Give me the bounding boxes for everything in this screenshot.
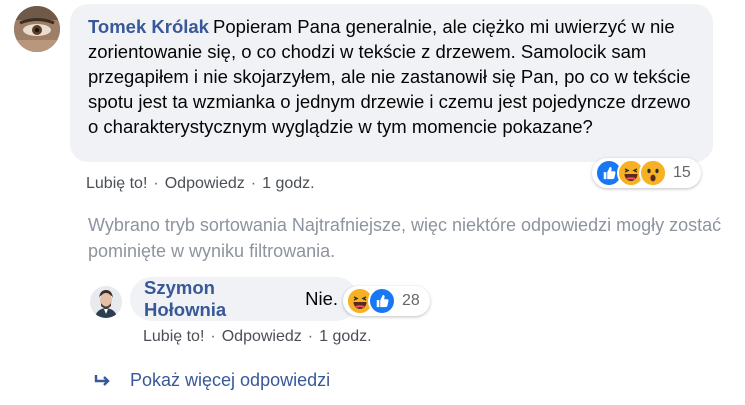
reply-text: Nie. xyxy=(305,288,338,309)
separator: · xyxy=(250,175,257,192)
filter-notice: Wybrano tryb sortowania Najtrafniejsze, … xyxy=(88,215,722,261)
reply-author[interactable]: Szymon Hołownia xyxy=(144,277,301,321)
timestamp-link[interactable]: 1 godz. xyxy=(262,175,314,192)
like-link[interactable]: Lubię to! xyxy=(143,328,204,345)
show-more-label: Pokaż więcej odpowiedzi xyxy=(130,370,331,390)
like-link[interactable]: Lubię to! xyxy=(86,175,147,192)
comment-actions: Lubię to! · Odpowiedz · 1 godz. xyxy=(86,175,315,193)
avatar-tomek[interactable] xyxy=(14,6,60,52)
wow-icon xyxy=(639,159,667,187)
timestamp-link[interactable]: 1 godz. xyxy=(319,328,371,345)
comment-bubble: Tomek Królak Popieram Pana generalnie, al… xyxy=(70,4,713,162)
reply-reactions[interactable]: 28 xyxy=(343,286,430,316)
reply-bubble: Szymon Hołownia Nie. xyxy=(130,277,358,321)
avatar-szymon[interactable] xyxy=(90,286,122,318)
reply-arrow-icon xyxy=(94,374,110,386)
reply-link[interactable]: Odpowiedz xyxy=(222,328,302,345)
reply-link[interactable]: Odpowiedz xyxy=(165,175,245,192)
separator: · xyxy=(307,328,314,345)
comment-reactions[interactable]: 15 xyxy=(592,158,701,188)
reaction-count: 28 xyxy=(402,292,420,309)
reaction-count: 15 xyxy=(673,164,691,181)
show-more-replies[interactable]: Pokaż więcej odpowiedzi xyxy=(94,370,330,391)
reply-actions: Lubię to! · Odpowiedz · 1 godz. xyxy=(143,328,372,346)
separator: · xyxy=(153,175,159,192)
separator: · xyxy=(210,328,216,345)
comment-author[interactable]: Tomek Królak xyxy=(88,16,209,37)
like-icon xyxy=(368,287,396,315)
avatar-photo xyxy=(90,286,122,318)
avatar-photo xyxy=(14,6,60,52)
